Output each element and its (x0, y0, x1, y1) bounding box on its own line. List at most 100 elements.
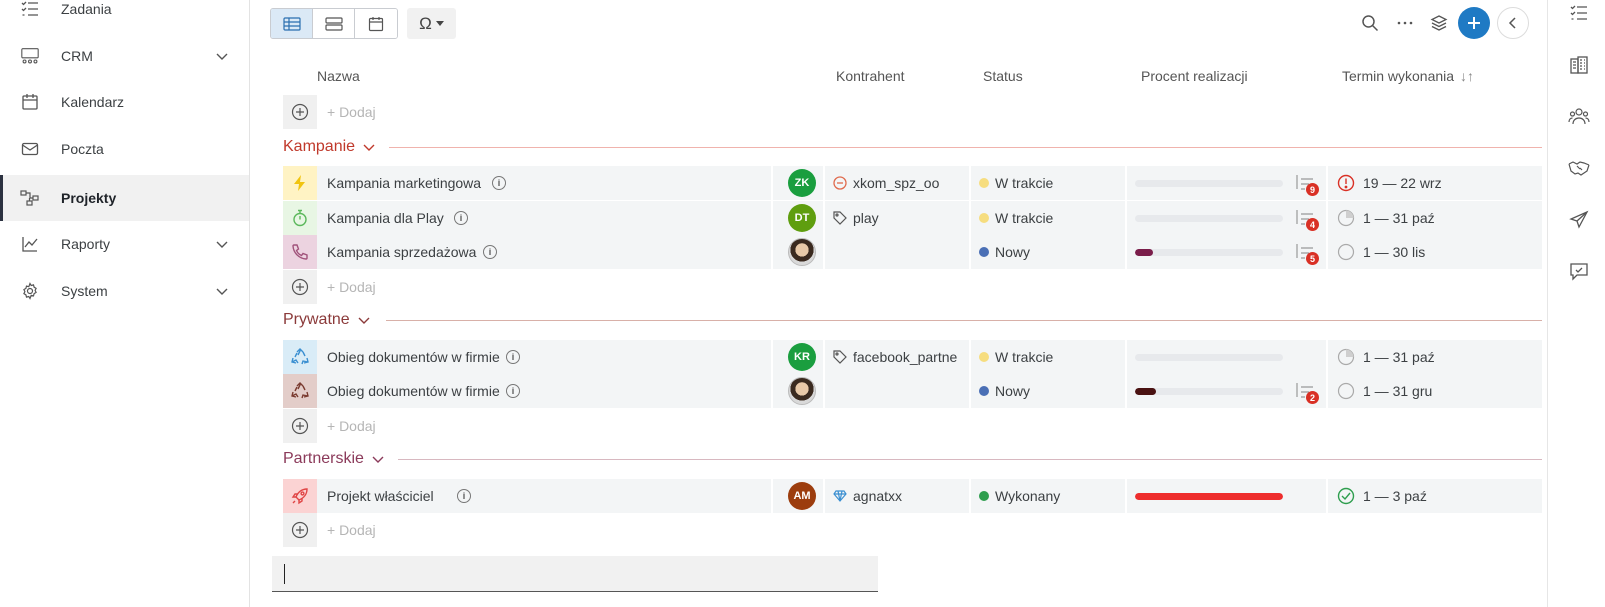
add-circle-icon[interactable] (283, 513, 317, 547)
column-header-deadline[interactable]: Termin wykonania ↓↑ (1342, 68, 1474, 84)
project-name[interactable]: Kampania sprzedażowa (327, 244, 476, 260)
subtasks-indicator[interactable]: 9 (1295, 173, 1321, 196)
group-title: Kampanie (283, 138, 356, 155)
sidebar-item-kalendarz[interactable]: Kalendarz (0, 79, 249, 125)
contractor-cell[interactable]: play (833, 210, 879, 226)
project-name[interactable]: Kampania dla Play (327, 210, 444, 226)
building-icon[interactable] (1568, 54, 1590, 76)
deadline-cell[interactable]: 1 — 30 lis (1337, 243, 1425, 261)
add-item-row[interactable]: + Dodaj (283, 513, 883, 547)
sort-icon[interactable]: ↓↑ (1460, 68, 1474, 84)
people-icon[interactable] (1568, 105, 1590, 127)
group-header[interactable]: Partnerskie (283, 447, 384, 471)
status-cell[interactable]: W trakcie (979, 175, 1053, 191)
table-row[interactable]: Kampania marketingowa i ZK xkom_spz_oo W tra… (283, 166, 1542, 200)
table-view-button[interactable] (271, 9, 313, 38)
list-view-button[interactable] (313, 9, 355, 38)
group-header[interactable]: Prywatne (283, 308, 370, 332)
sidebar-item-system[interactable]: System (0, 268, 249, 314)
chevron-down-icon[interactable] (214, 283, 230, 299)
progress-bar (1135, 388, 1283, 395)
comment-icon[interactable] (1568, 260, 1590, 282)
layers-button[interactable] (1424, 9, 1454, 37)
new-item-input[interactable] (272, 556, 878, 592)
add-circle-icon[interactable] (283, 95, 317, 129)
table-row[interactable]: Kampania sprzedażowa i Nowy 5 1 — 30 lis (283, 235, 1542, 269)
send-icon[interactable] (1568, 209, 1590, 231)
info-icon[interactable]: i (454, 211, 468, 225)
table-row[interactable]: Obieg dokumentów w firmie i KR facebook_par… (283, 340, 1542, 374)
progress-bar (1135, 493, 1283, 500)
chevron-down-icon[interactable] (214, 236, 230, 252)
status-cell[interactable]: Nowy (979, 244, 1030, 260)
add-item-row[interactable]: + Dodaj (283, 409, 883, 443)
handshake-icon[interactable] (1568, 157, 1590, 179)
deadline-range: 19 — 22 wrz (1363, 175, 1442, 191)
status-label: W trakcie (995, 175, 1054, 191)
status-cell[interactable]: Nowy (979, 383, 1030, 399)
contractor-name: play (853, 210, 879, 226)
contractor-cell[interactable]: xkom_spz_oo (833, 175, 939, 191)
more-options-button[interactable] (1390, 9, 1420, 37)
contractor-name: agnatxx (853, 488, 903, 504)
cell-separator (1326, 201, 1328, 235)
column-header-status[interactable]: Status (983, 68, 1023, 84)
calendar-view-button[interactable] (355, 9, 397, 38)
subtasks-indicator[interactable]: 5 (1295, 242, 1321, 265)
sidebar-item-crm[interactable]: CRM (0, 33, 249, 79)
add-circle-icon[interactable] (283, 270, 317, 304)
sidebar-item-raporty[interactable]: Raporty (0, 221, 249, 267)
avatar[interactable] (788, 238, 816, 266)
project-name[interactable]: Obieg dokumentów w firmie (327, 383, 500, 399)
collapse-panel-button[interactable] (1497, 7, 1529, 39)
avatar[interactable] (788, 377, 816, 405)
chevron-down-icon[interactable] (363, 139, 375, 155)
chevron-down-icon[interactable] (214, 48, 230, 64)
group-header[interactable]: Kampanie (283, 135, 375, 159)
deadline-cell[interactable]: 1 — 3 paź (1337, 487, 1427, 505)
chevron-down-icon[interactable] (358, 312, 370, 328)
subtasks-indicator[interactable]: 4 (1295, 208, 1321, 231)
status-cell[interactable]: W trakcie (979, 349, 1053, 365)
info-icon[interactable]: i (506, 384, 520, 398)
checklist-icon[interactable] (1568, 2, 1590, 24)
add-project-button[interactable] (1458, 7, 1490, 39)
info-icon[interactable]: i (483, 245, 497, 259)
project-name[interactable]: Obieg dokumentów w firmie (327, 349, 500, 365)
column-header-contractor[interactable]: Kontrahent (836, 68, 905, 84)
contractor-cell[interactable]: facebook_partne (833, 349, 957, 365)
deadline-cell[interactable]: 1 — 31 paź (1337, 348, 1435, 366)
column-header-name[interactable]: Nazwa (317, 68, 360, 84)
project-name[interactable]: Kampania marketingowa (327, 175, 481, 191)
status-cell[interactable]: W trakcie (979, 210, 1053, 226)
deadline-cell[interactable]: 19 — 22 wrz (1337, 174, 1442, 192)
column-header-progress[interactable]: Procent realizacji (1141, 68, 1248, 84)
table-row[interactable]: Obieg dokumentów w firmie i Nowy 2 1 — 31 gr… (283, 374, 1542, 408)
sidebar-item-projekty[interactable]: Projekty (0, 175, 249, 221)
info-icon[interactable]: i (506, 350, 520, 364)
sidebar-item-poczta[interactable]: Poczta (0, 126, 249, 172)
project-name[interactable]: Projekt właściciel (327, 488, 434, 504)
avatar[interactable]: DT (788, 204, 816, 232)
table-row[interactable]: Kampania dla Play i DT play W trakcie 4 1 — 31… (283, 201, 1542, 235)
avatar[interactable]: ZK (788, 169, 816, 197)
subtasks-indicator[interactable]: 2 (1295, 381, 1321, 404)
group-by-button[interactable]: Ω (407, 8, 456, 39)
avatar[interactable]: KR (788, 343, 816, 371)
info-icon[interactable]: i (457, 489, 471, 503)
table-row[interactable]: Projekt właściciel i AM agnatxx Wykonany 1 — … (283, 479, 1542, 513)
contractor-cell[interactable]: agnatxx (833, 488, 902, 504)
add-circle-icon[interactable] (283, 409, 317, 443)
sidebar-item-zadania[interactable]: Zadania (0, 0, 249, 32)
chevron-down-icon[interactable] (372, 451, 384, 467)
sidebar-item-label: Zadania (61, 1, 112, 17)
deadline-cell[interactable]: 1 — 31 gru (1337, 382, 1432, 400)
avatar[interactable]: AM (788, 482, 816, 510)
deadline-cell[interactable]: 1 — 31 paź (1337, 209, 1435, 227)
search-icon (1362, 15, 1379, 32)
search-button[interactable] (1355, 9, 1385, 37)
add-item-row[interactable]: + Dodaj (283, 95, 883, 129)
add-item-row[interactable]: + Dodaj (283, 270, 883, 304)
info-icon[interactable]: i (492, 176, 506, 190)
status-cell[interactable]: Wykonany (979, 488, 1060, 504)
